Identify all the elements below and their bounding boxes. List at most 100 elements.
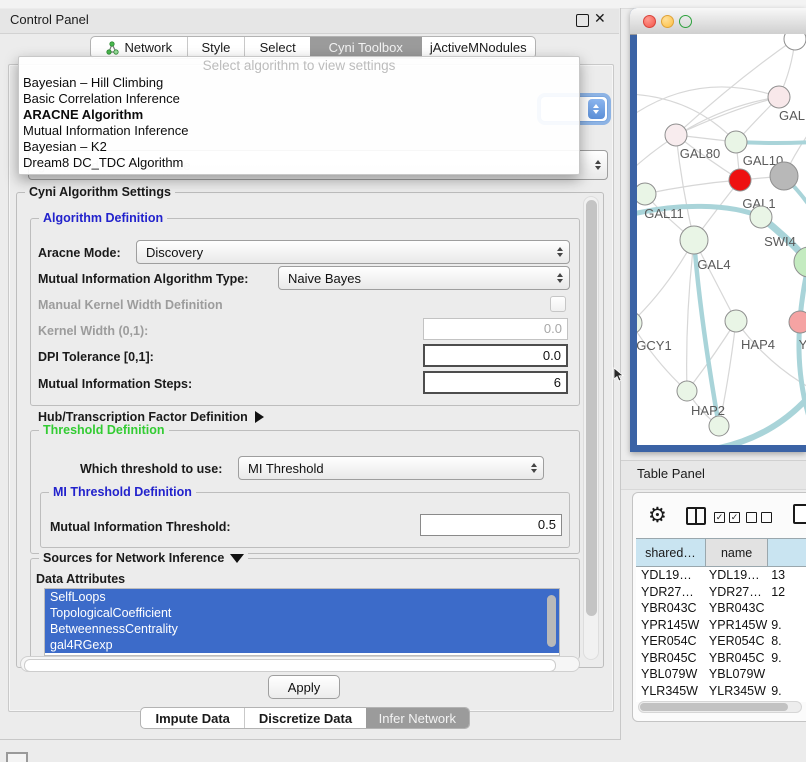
split-columns-icon[interactable] [686, 507, 706, 525]
table-row[interactable]: YDL19… YDL19… 13 [636, 567, 806, 584]
algorithm-option[interactable]: Mutual Information Inference [19, 123, 579, 139]
attribute-item[interactable]: gal4RGexp [45, 637, 559, 653]
close-traffic-light[interactable] [643, 15, 656, 28]
network-node[interactable] [725, 131, 747, 153]
aracne-mode-combobox[interactable]: Discovery [136, 240, 570, 264]
new-table-icon[interactable] [793, 504, 806, 524]
table-row[interactable]: YBR045C YBR045C 9. [636, 650, 806, 667]
network-node[interactable] [637, 183, 656, 205]
collapse-arrow-icon [255, 411, 264, 423]
aracne-mode-value: Discovery [146, 245, 203, 260]
data-attributes-list[interactable]: SelfLoops TopologicalCoefficient Between… [44, 588, 560, 656]
dpi-tolerance-field[interactable]: 0.0 [423, 344, 568, 367]
gear-icon[interactable]: ⚙ [648, 504, 667, 528]
cell-value: 8. [768, 633, 806, 650]
attribute-item[interactable]: BetweennessCentrality [45, 621, 559, 637]
network-node[interactable] [677, 381, 697, 401]
mi-algorithm-type-value: Naive Bayes [288, 271, 361, 286]
mi-algorithm-type-combobox[interactable]: Naive Bayes [278, 266, 570, 290]
node-label: SWI4 [764, 234, 796, 249]
combo-stepper-icon [595, 151, 601, 179]
close-icon[interactable]: ✕ [594, 10, 606, 27]
minimized-panel-icon[interactable] [6, 752, 28, 762]
list-scrollbar-thumb[interactable] [547, 595, 556, 647]
network-node[interactable] [768, 86, 790, 108]
tab-jactivemnodules[interactable]: jActiveMNodules [422, 37, 535, 58]
algorithm-option[interactable]: Bayesian – K2 [19, 139, 579, 155]
network-canvas[interactable]: GALGAL80GAL10GAL1GAL11SWI4GAL4GCY1HAP4YH… [637, 34, 806, 445]
cell-value: 9. [768, 617, 806, 634]
network-node[interactable] [784, 34, 806, 50]
cell-value: 12 [768, 584, 806, 601]
settings-horizontal-scrollbar-thumb[interactable] [24, 659, 556, 672]
tab-style[interactable]: Style [187, 37, 245, 58]
table-row[interactable]: YPR145W YPR145W 9. [636, 617, 806, 634]
mi-algorithm-type-label: Mutual Information Algorithm Type: [38, 272, 248, 286]
tab-discretize-data-label: Discretize Data [259, 711, 352, 726]
network-node[interactable] [680, 226, 708, 254]
settings-vertical-scrollbar-thumb[interactable] [586, 200, 597, 616]
network-node[interactable] [725, 310, 747, 332]
network-edge [637, 323, 687, 391]
cell-name: YDL19… [706, 567, 768, 584]
attribute-item[interactable]: SelfLoops [45, 589, 559, 605]
table-row[interactable]: YLR345W YLR345W 9. [636, 683, 806, 700]
attribute-item[interactable]: TopologicalCoefficient [45, 605, 559, 621]
network-window-titlebar[interactable] [630, 8, 806, 35]
algorithm-option[interactable]: Bayesian – Hill Climbing [19, 75, 579, 91]
tab-select[interactable]: Select [244, 37, 310, 58]
table-row[interactable]: YBL079W YBL079W [636, 666, 806, 683]
mi-threshold-definition-title: MI Threshold Definition [49, 485, 196, 499]
unchecked-columns-icon[interactable] [746, 512, 772, 523]
table-panel-title: Table Panel [637, 466, 705, 481]
table-horizontal-scrollbar-thumb[interactable] [640, 703, 788, 711]
tab-infer-network[interactable]: Infer Network [366, 708, 469, 728]
tab-impute-data[interactable]: Impute Data [141, 708, 244, 728]
network-node[interactable] [789, 311, 806, 333]
tab-select-label: Select [260, 40, 296, 55]
network-view-window: GALGAL80GAL10GAL1GAL11SWI4GAL4GCY1HAP4YH… [630, 8, 806, 452]
algorithm-option-aracne[interactable]: ARACNE Algorithm [19, 107, 579, 123]
column-header-name[interactable]: name [706, 539, 768, 566]
cell-shared-name: YDR27… [636, 584, 706, 601]
network-node[interactable] [729, 169, 751, 191]
table-row[interactable]: YER054C YER054C 8. [636, 633, 806, 650]
mi-steps-field[interactable]: 6 [423, 371, 568, 394]
network-node[interactable] [665, 124, 687, 146]
tab-discretize-data[interactable]: Discretize Data [244, 708, 365, 728]
checkbox-unchecked-icon [746, 512, 757, 523]
node-label: HAP4 [741, 337, 775, 352]
cell-shared-name: YBR043C [636, 600, 706, 617]
network-node[interactable] [750, 206, 772, 228]
apply-button[interactable]: Apply [268, 675, 340, 699]
cell-name: YBR045C [706, 650, 768, 667]
table-row[interactable]: YDR27… YDR27… 12 [636, 584, 806, 601]
manual-kernel-width-label: Manual Kernel Width Definition [38, 298, 223, 312]
table-row[interactable]: YBR043C YBR043C [636, 600, 806, 617]
tab-network-label: Network [124, 40, 172, 55]
tab-cyni-toolbox[interactable]: Cyni Toolbox [310, 37, 422, 58]
checked-columns-icon[interactable]: ✓ ✓ [714, 512, 740, 523]
zoom-traffic-light[interactable] [679, 15, 692, 28]
dpi-tolerance-label: DPI Tolerance [0,1]: [38, 350, 154, 364]
combo-stepper-icon [557, 267, 563, 289]
cell-shared-name: YER054C [636, 633, 706, 650]
column-header-shared-name[interactable]: shared… [636, 539, 706, 566]
float-panel-icon[interactable] [576, 14, 589, 27]
network-node[interactable] [637, 312, 642, 334]
table-header-row: shared… name [636, 538, 806, 567]
which-threshold-combobox[interactable]: MI Threshold [238, 456, 544, 480]
minimize-traffic-light[interactable] [661, 15, 674, 28]
network-node[interactable] [770, 162, 798, 190]
manual-kernel-width-checkbox[interactable] [550, 296, 566, 312]
hub-transcription-factor-section[interactable]: Hub/Transcription Factor Definition [38, 410, 264, 424]
tab-network[interactable]: Network [91, 37, 187, 58]
column-header-cut[interactable] [768, 539, 806, 566]
algorithm-option[interactable]: Basic Correlation Inference [19, 91, 579, 107]
cell-value [768, 666, 806, 683]
network-node[interactable] [709, 416, 729, 436]
mi-threshold-field[interactable]: 0.5 [420, 514, 562, 536]
algorithm-option[interactable]: Dream8 DC_TDC Algorithm [19, 155, 579, 171]
kernel-width-field[interactable]: 0.0 [423, 318, 568, 340]
cell-name: YBL079W [706, 666, 768, 683]
